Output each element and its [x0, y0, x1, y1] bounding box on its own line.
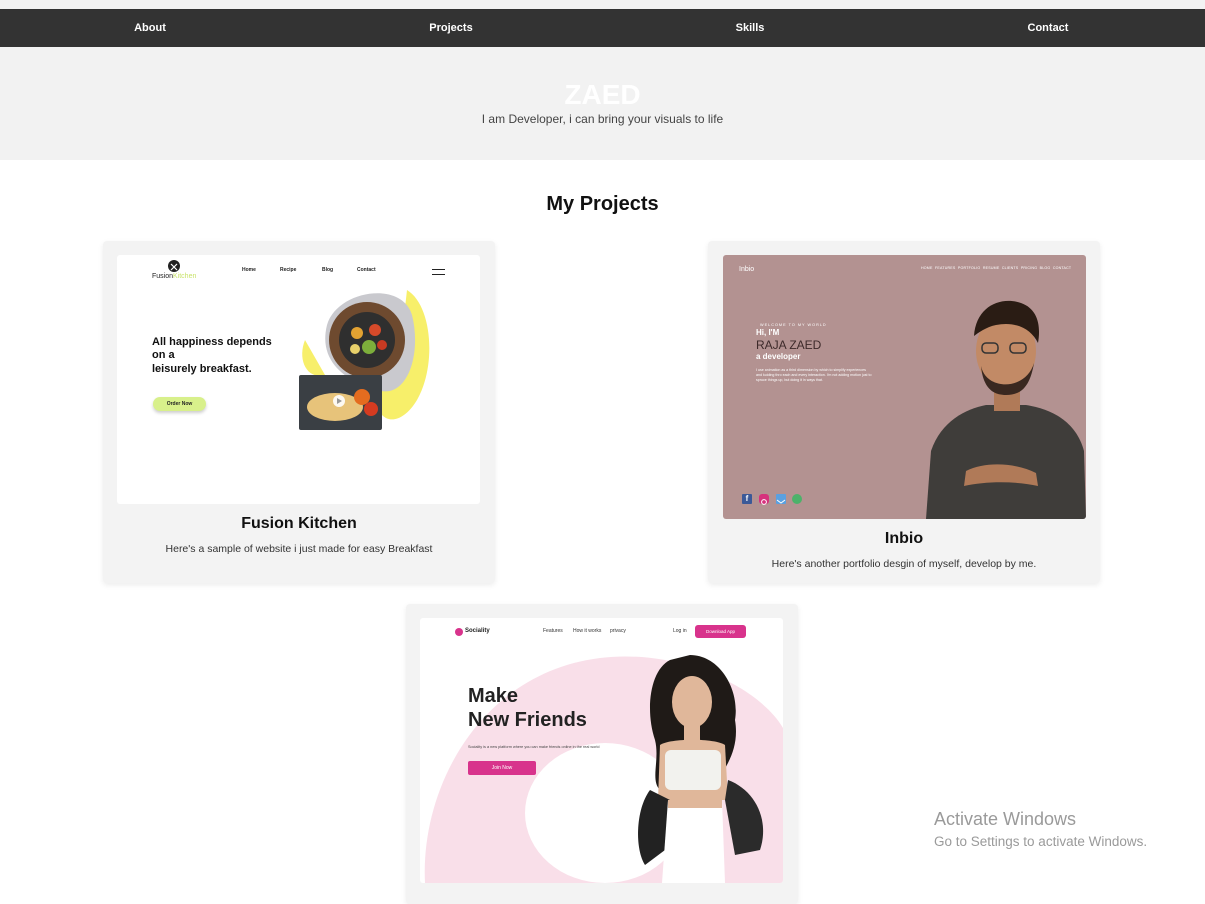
- main-navbar: About Projects Skills Contact: [0, 9, 1205, 47]
- project-card-fusion-kitchen[interactable]: FusionKitchen Home Recipe Blog Contact A…: [103, 241, 495, 583]
- sociality-preview[interactable]: Sociality Features How it works privacy …: [420, 618, 783, 883]
- inbio-nav: HOME FEATURES PORTFOLIO RESUME CLIENTS P…: [921, 266, 1072, 270]
- hero-tagline: I am Developer, i can bring your visuals…: [481, 112, 724, 126]
- mail-icon[interactable]: [776, 494, 786, 504]
- fusion-logo-text: FusionKitchen: [152, 273, 197, 280]
- project-card-inbio[interactable]: Inbio HOME FEATURES PORTFOLIO RESUME CLI…: [708, 241, 1100, 583]
- inbio-description: Here's another portfolio desgin of mysel…: [771, 558, 1037, 570]
- fusion-nav-blog: Blog: [322, 267, 334, 273]
- nav-projects-link[interactable]: Projects: [429, 9, 472, 47]
- hero-section: ZAED I am Developer, i can bring your vi…: [0, 47, 1205, 160]
- nav-contact-link[interactable]: Contact: [1028, 9, 1069, 47]
- fusion-logo-icon: [168, 260, 180, 272]
- windows-activation-title: Activate Windows: [934, 809, 1077, 829]
- inbio-preview[interactable]: Inbio HOME FEATURES PORTFOLIO RESUME CLI…: [723, 255, 1086, 519]
- top-strip: [0, 0, 1205, 9]
- instagram-icon[interactable]: [759, 494, 769, 505]
- sociality-body: Sociality is a new platform where you ca…: [468, 745, 600, 749]
- sociality-nav-how: How it works: [573, 628, 602, 634]
- nav-about-link[interactable]: About: [134, 9, 166, 47]
- sociality-headline-2: New Friends: [468, 709, 587, 731]
- inbio-hi: Hi, I'M: [756, 328, 780, 337]
- sociality-login-link[interactable]: Log in: [673, 628, 687, 635]
- sociality-headline-1: Make: [468, 685, 519, 707]
- sociality-woman-photo: [638, 655, 764, 883]
- inbio-portrait-photo: [926, 300, 1086, 519]
- inbio-body-3: spruce things up, but doing it in ways t…: [756, 378, 823, 382]
- sociality-nav-features: Features: [543, 628, 563, 634]
- fusion-kitchen-description: Here's a sample of website i just made f…: [165, 543, 433, 555]
- sociality-join-button[interactable]: Join Now: [468, 761, 536, 775]
- project-card-sociality[interactable]: Sociality Features How it works privacy …: [406, 604, 798, 904]
- windows-activation-subtitle: Go to Settings to activate Windows.: [934, 834, 1148, 849]
- fusion-order-button[interactable]: Order Now: [153, 397, 206, 411]
- fusion-kitchen-preview[interactable]: FusionKitchen Home Recipe Blog Contact A…: [117, 255, 480, 504]
- facebook-icon[interactable]: f: [742, 494, 752, 504]
- inbio-logo: Inbio: [739, 266, 755, 273]
- inbio-title: Inbio: [884, 530, 924, 547]
- inbio-name: RAJA ZAED: [756, 338, 822, 352]
- fusion-food-illustration: [299, 290, 430, 430]
- whatsapp-icon[interactable]: [792, 494, 802, 504]
- sociality-download-button[interactable]: Download App: [695, 625, 746, 638]
- fusion-headline-3: leisurely breakfast.: [152, 363, 252, 375]
- fusion-nav-contact: Contact: [357, 267, 376, 273]
- fusion-nav-recipe: Recipe: [280, 267, 297, 273]
- sociality-logo-icon: [455, 628, 463, 636]
- inbio-welcome: WELCOME TO MY WORLD: [760, 323, 827, 327]
- fusion-nav-home: Home: [242, 267, 256, 273]
- sociality-nav-privacy: privacy: [610, 628, 626, 634]
- fusion-headline-1: All happiness depends: [152, 336, 272, 348]
- fusion-kitchen-title: Fusion Kitchen: [241, 515, 357, 532]
- sociality-logo-text: Sociality: [465, 628, 490, 634]
- hero-name: ZAED: [564, 79, 641, 110]
- nav-skills-link[interactable]: Skills: [736, 9, 765, 47]
- fusion-menu-icon: [432, 269, 445, 275]
- projects-heading: My Projects: [546, 193, 659, 215]
- fusion-headline-2: on a: [152, 349, 175, 361]
- inbio-role: a developer: [756, 352, 801, 361]
